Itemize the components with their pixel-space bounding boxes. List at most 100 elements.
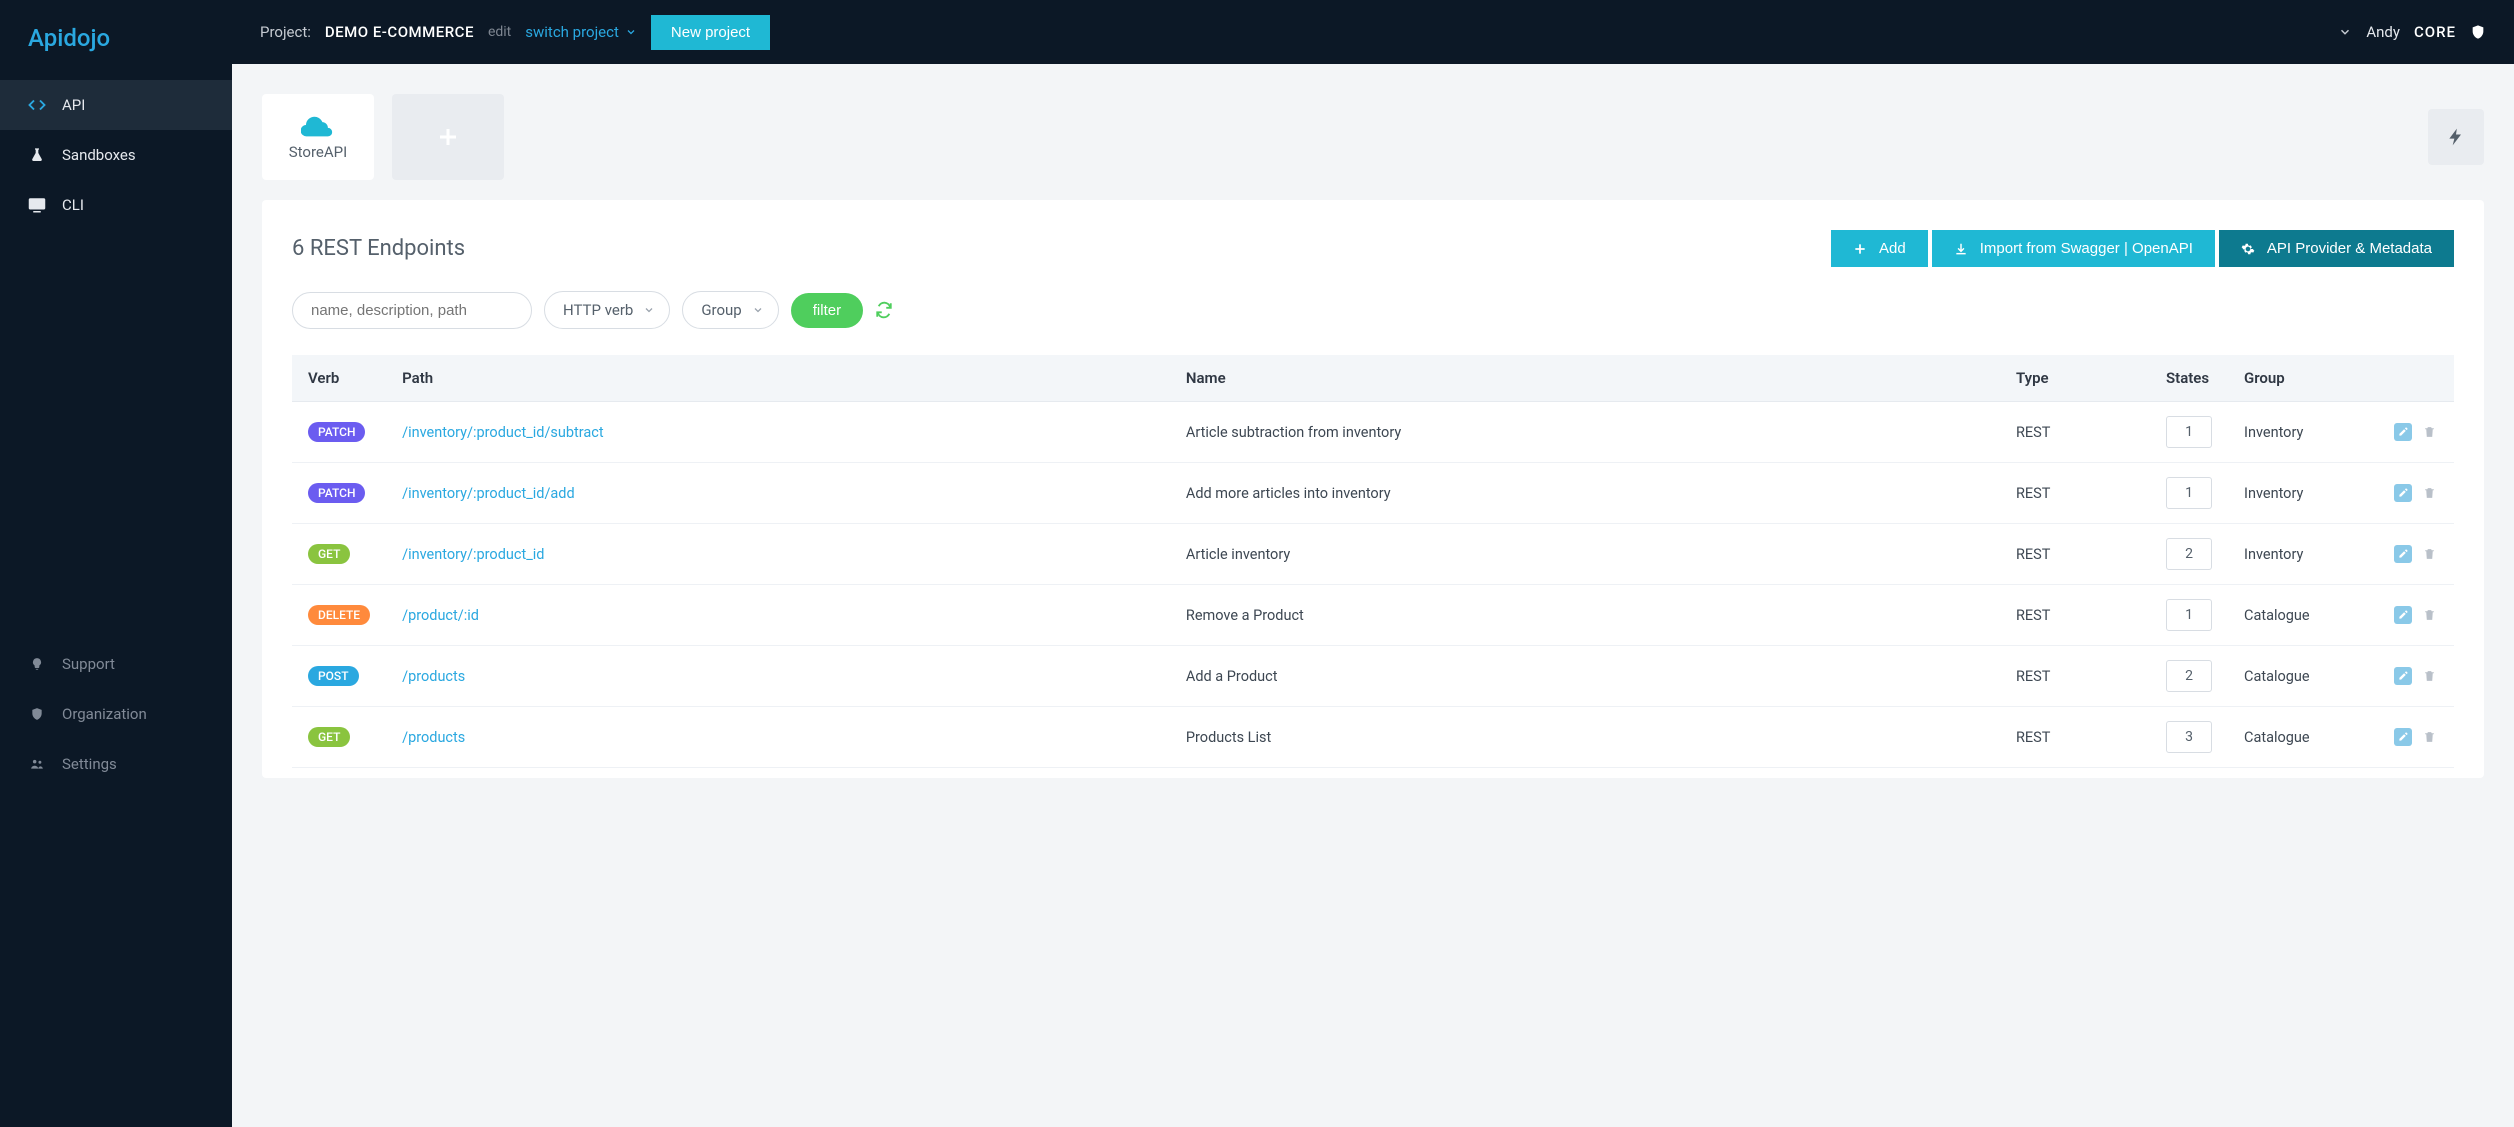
endpoint-name: Remove a Product [1170,585,2000,646]
lightbulb-icon [28,655,46,673]
pencil-icon [2398,548,2409,559]
search-input[interactable] [292,292,532,329]
sidebar-item-organization[interactable]: Organization [0,689,232,739]
states-count[interactable]: 2 [2166,538,2212,570]
delete-row-button[interactable] [2420,606,2438,624]
metadata-button-label: API Provider & Metadata [2267,240,2432,257]
chevron-down-icon [625,26,637,38]
endpoint-type: REST [2000,524,2150,585]
pencil-icon [2398,609,2409,620]
edit-row-button[interactable] [2394,728,2412,746]
sidebar-item-api[interactable]: API [0,80,232,130]
sidebar-item-support[interactable]: Support [0,639,232,689]
endpoints-panel: 6 REST Endpoints Add Import [262,200,2484,778]
table-row: GET/productsProducts ListREST3Catalogue [292,707,2454,768]
delete-row-button[interactable] [2420,545,2438,563]
verb-badge: GET [308,544,350,564]
endpoint-path-link[interactable]: /inventory/:product_id/add [402,485,575,502]
primary-nav: APISandboxesCLI [0,80,232,569]
endpoint-type: REST [2000,646,2150,707]
endpoint-type: REST [2000,585,2150,646]
sidebar-item-settings[interactable]: Settings [0,739,232,789]
bolt-button[interactable] [2428,109,2484,165]
endpoint-type: REST [2000,463,2150,524]
users-icon [28,755,46,773]
edit-project-link[interactable]: edit [488,24,511,40]
add-api-tile[interactable] [392,94,504,180]
trash-icon [2423,425,2436,439]
col-actions [2378,355,2454,402]
endpoint-path-link[interactable]: /inventory/:product_id/subtract [402,424,604,441]
col-group: Group [2228,355,2378,402]
delete-row-button[interactable] [2420,484,2438,502]
import-swagger-button[interactable]: Import from Swagger | OpenAPI [1932,230,2215,267]
delete-row-button[interactable] [2420,728,2438,746]
edit-row-button[interactable] [2394,606,2412,624]
endpoint-path-link[interactable]: /inventory/:product_id [402,546,544,563]
filter-button[interactable]: filter [791,293,863,328]
cloud-icon [301,113,335,137]
delete-row-button[interactable] [2420,423,2438,441]
sidebar-item-sandboxes[interactable]: Sandboxes [0,130,232,180]
trash-icon [2423,669,2436,683]
chevron-down-icon[interactable] [2338,25,2352,39]
group-select[interactable]: Group [682,291,778,329]
endpoint-name: Article subtraction from inventory [1170,402,2000,463]
edit-row-button[interactable] [2394,423,2412,441]
states-count[interactable]: 1 [2166,477,2212,509]
new-project-button[interactable]: New project [651,15,770,50]
verb-badge: GET [308,727,350,747]
endpoint-group: Catalogue [2228,585,2378,646]
project-name: DEMO E-COMMERCE [325,23,474,41]
topbar: Project: DEMO E-COMMERCE edit switch pro… [232,0,2514,64]
user-name[interactable]: Andy [2366,23,2400,41]
brand-logo[interactable]: Apidojo [0,0,232,80]
endpoint-path-link[interactable]: /products [402,668,465,685]
verb-badge: PATCH [308,483,365,503]
pencil-icon [2398,426,2409,437]
table-row: PATCH/inventory/:product_id/addAdd more … [292,463,2454,524]
states-count[interactable]: 1 [2166,599,2212,631]
table-row: DELETE/product/:id Remove a ProductREST 1C… [292,585,2454,646]
states-count[interactable]: 3 [2166,721,2212,753]
table-row: PATCH/inventory/:product_id/subtractArti… [292,402,2454,463]
edit-row-button[interactable] [2394,545,2412,563]
trash-icon [2423,608,2436,622]
sidebar-item-cli[interactable]: CLI [0,180,232,230]
endpoint-name: Article inventory [1170,524,2000,585]
endpoint-group: Inventory [2228,524,2378,585]
col-name: Name [1170,355,2000,402]
pencil-icon [2398,670,2409,681]
endpoints-table: Verb Path Name Type States Group PATCH/i… [292,355,2454,768]
switch-project-link[interactable]: switch project [525,23,637,41]
col-verb: Verb [292,355,386,402]
http-verb-select[interactable]: HTTP verb [544,291,670,329]
refresh-button[interactable] [875,301,893,319]
verb-badge: DELETE [308,605,370,625]
api-tile-storeapi[interactable]: StoreAPI [262,94,374,180]
endpoint-type: REST [2000,402,2150,463]
endpoint-path-link[interactable]: /products [402,729,465,746]
col-type: Type [2000,355,2150,402]
edit-row-button[interactable] [2394,667,2412,685]
table-row: GET/inventory/:product_id Article invento… [292,524,2454,585]
endpoint-type: REST [2000,707,2150,768]
chevron-down-icon [752,304,764,316]
col-states: States [2150,355,2228,402]
code-icon [28,96,46,114]
import-button-label: Import from Swagger | OpenAPI [1980,240,2193,257]
delete-row-button[interactable] [2420,667,2438,685]
add-endpoint-button[interactable]: Add [1831,230,1928,267]
api-metadata-button[interactable]: API Provider & Metadata [2219,230,2454,267]
endpoint-path-link[interactable]: /product/:id [402,607,479,624]
trash-icon [2423,730,2436,744]
monitor-icon [28,196,46,214]
states-count[interactable]: 1 [2166,416,2212,448]
shield-icon[interactable] [2470,24,2486,40]
endpoint-name: Add a Product [1170,646,2000,707]
edit-row-button[interactable] [2394,484,2412,502]
states-count[interactable]: 2 [2166,660,2212,692]
sidebar-item-label: Organization [62,705,147,723]
project-label: Project: [260,23,311,41]
plus-icon [436,125,460,149]
